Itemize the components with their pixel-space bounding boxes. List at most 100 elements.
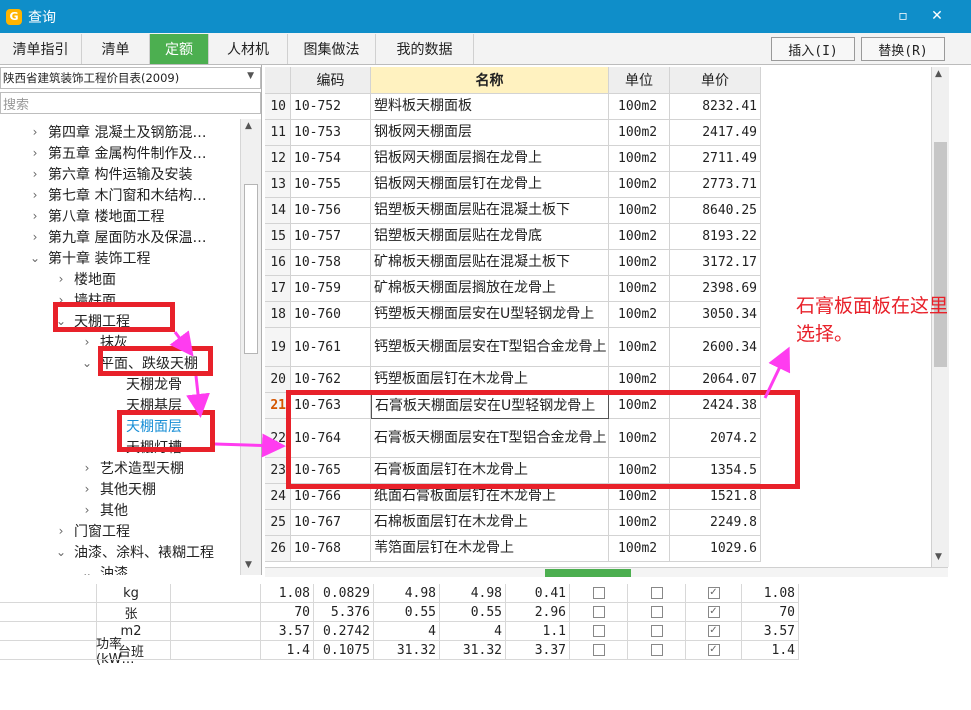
tree-node[interactable]: › 其他 [80,499,128,520]
row-number[interactable]: 12 [265,146,291,172]
tab-quota[interactable]: 定额 [150,34,209,64]
checkbox-checked-icon[interactable]: ✓ [707,587,720,599]
row-number[interactable]: 14 [265,198,291,224]
cell-unit[interactable]: 100m2 [609,146,670,172]
row-number[interactable]: 19 [265,328,291,367]
row-number[interactable]: 15 [265,224,291,250]
tree-node[interactable]: › 第六章 构件运输及安装 [28,163,193,184]
tree-scroll-thumb[interactable] [244,184,258,354]
cell-name[interactable]: 钙塑板天棚面层安在U型轻钢龙骨上 [371,302,609,328]
tree-node[interactable]: ⌄ 第十章 装饰工程 [28,247,150,268]
cell-code[interactable]: 10-767 [291,510,371,536]
cell-code[interactable]: 10-755 [291,172,371,198]
tree-scrollbar[interactable]: ▲ ▼ [240,119,261,575]
cell-price[interactable]: 2398.69 [670,276,761,302]
scroll-down-icon[interactable]: ▼ [245,560,252,570]
cell-unit[interactable]: 100m2 [609,302,670,328]
checkbox-checked-icon[interactable]: ✓ [707,606,720,618]
checkbox-empty-icon[interactable] [650,644,663,656]
cell-price[interactable]: 2417.49 [670,120,761,146]
cell-code[interactable]: 10-753 [291,120,371,146]
checkbox-empty-icon[interactable] [650,587,663,599]
row-number[interactable]: 25 [265,510,291,536]
tree-node[interactable]: › 门窗工程 [54,520,130,541]
tab-atlas-method[interactable]: 图集做法 [288,34,376,64]
minimize-icon[interactable]: ▫ [893,7,913,25]
cell-unit[interactable]: 100m2 [609,510,670,536]
checkbox[interactable]: ✓ [686,622,742,641]
cell-code[interactable]: 10-760 [291,302,371,328]
cell-code[interactable]: 10-768 [291,536,371,562]
cell-code[interactable]: 10-759 [291,276,371,302]
row-number[interactable]: 17 [265,276,291,302]
checkbox-checked-icon[interactable]: ✓ [707,625,720,637]
library-select[interactable]: 陕西省建筑装饰工程价目表(2009) ▼ [0,67,261,89]
checkbox[interactable]: ✓ [686,584,742,603]
checkbox[interactable] [628,622,686,641]
checkbox-empty-icon[interactable] [592,644,605,656]
checkbox-empty-icon[interactable] [592,625,605,637]
cell-code[interactable]: 10-754 [291,146,371,172]
column-header-name[interactable]: 名称 [371,67,609,94]
tree-node[interactable]: › 第五章 金属构件制作及… [28,142,207,163]
tree-node[interactable]: › 第八章 楼地面工程 [28,205,165,226]
checkbox-empty-icon[interactable] [592,606,605,618]
tree-node[interactable]: › 艺术造型天棚 [80,457,184,478]
replace-button[interactable]: 替换(R) [861,37,945,61]
checkbox[interactable]: ✓ [686,641,742,660]
cell-price[interactable]: 1029.6 [670,536,761,562]
cell-price[interactable]: 2711.49 [670,146,761,172]
cell-name[interactable]: 塑料板天棚面板 [371,94,609,120]
cell-unit[interactable]: 100m2 [609,536,670,562]
cell-price[interactable]: 3172.17 [670,250,761,276]
row-number[interactable]: 26 [265,536,291,562]
cell-code[interactable]: 10-761 [291,328,371,367]
checkbox[interactable] [628,603,686,622]
cell-price[interactable]: 2249.8 [670,510,761,536]
column-header-price[interactable]: 单价 [670,67,761,94]
cell-name[interactable]: 铝塑板天棚面层贴在龙骨底 [371,224,609,250]
cell-name[interactable]: 铝塑板天棚面层贴在混凝土板下 [371,198,609,224]
row-number[interactable]: 10 [265,94,291,120]
checkbox-empty-icon[interactable] [650,625,663,637]
scroll-down-icon[interactable]: ▼ [935,552,942,562]
tab-labor-material-machine[interactable]: 人材机 [209,34,288,64]
cell-code[interactable]: 10-757 [291,224,371,250]
column-header-unit[interactable]: 单位 [609,67,670,94]
cell-price[interactable]: 2773.71 [670,172,761,198]
checkbox-empty-icon[interactable] [650,606,663,618]
cell-price[interactable]: 2600.34 [670,328,761,367]
cell-name[interactable]: 钙塑板天棚面层安在T型铝合金龙骨上 [371,328,609,367]
cell-unit[interactable]: 100m2 [609,276,670,302]
cell-price[interactable]: 8193.22 [670,224,761,250]
cell-name[interactable]: 苇箔面层钉在木龙骨上 [371,536,609,562]
cell-unit[interactable]: 100m2 [609,172,670,198]
checkbox[interactable] [628,584,686,603]
splitter-grip[interactable] [545,569,631,577]
checkbox-empty-icon[interactable] [592,587,605,599]
close-icon[interactable]: ✕ [927,7,947,25]
cell-name[interactable]: 铝板网天棚面层搁在龙骨上 [371,146,609,172]
tree-node[interactable]: ⌄ 油漆、涂料、裱糊工程 [54,541,214,562]
tree-node[interactable]: › 其他天棚 [80,478,156,499]
cell-unit[interactable]: 100m2 [609,94,670,120]
tree-node[interactable]: ⌄ 油漆 [80,562,128,576]
row-number[interactable]: 16 [265,250,291,276]
cell-name[interactable]: 石棉板面层钉在木龙骨上 [371,510,609,536]
search-input[interactable]: 搜索 [0,92,261,114]
cell-name[interactable]: 钢板网天棚面层 [371,120,609,146]
cell-unit[interactable]: 100m2 [609,224,670,250]
tree-node[interactable]: 天棚龙骨 [106,373,182,394]
row-number[interactable]: 13 [265,172,291,198]
cell-unit[interactable]: 100m2 [609,328,670,367]
cell-price[interactable]: 8232.41 [670,94,761,120]
column-header-code[interactable]: 编码 [291,67,371,94]
cell-name[interactable]: 铝板网天棚面层钉在龙骨上 [371,172,609,198]
checkbox[interactable] [570,584,628,603]
checkbox[interactable] [570,622,628,641]
row-number[interactable]: 11 [265,120,291,146]
checkbox[interactable] [570,603,628,622]
checkbox[interactable]: ✓ [686,603,742,622]
cell-code[interactable]: 10-752 [291,94,371,120]
tab-my-data[interactable]: 我的数据 [376,34,474,64]
